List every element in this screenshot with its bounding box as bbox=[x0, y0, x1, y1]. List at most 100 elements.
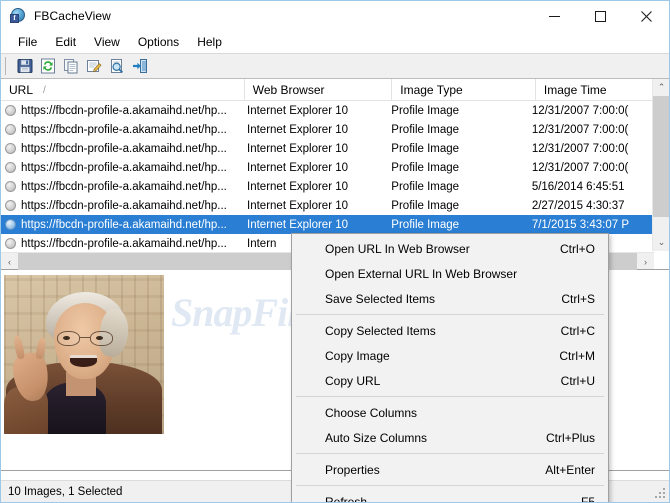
row-bullet-icon bbox=[5, 143, 16, 154]
context-menu-item-refresh[interactable]: Refresh F5 bbox=[292, 489, 608, 503]
menu-options[interactable]: Options bbox=[129, 33, 188, 52]
cell-url: https://fbcdn-profile-a.akamaihd.net/hp.… bbox=[1, 162, 239, 174]
context-menu-item-accel: Ctrl+Plus bbox=[545, 430, 595, 445]
column-header-url[interactable]: URL / bbox=[1, 79, 245, 101]
cell-time: 12/31/2007 7:00:0( bbox=[531, 142, 629, 155]
menu-help[interactable]: Help bbox=[188, 33, 231, 52]
table-row[interactable]: https://fbcdn-profile-a.akamaihd.net/hp.… bbox=[1, 158, 654, 177]
cell-type: Profile Image bbox=[391, 161, 460, 174]
list-header: URL / Web Browser Image Type Image Time bbox=[1, 79, 669, 101]
window-controls bbox=[531, 1, 669, 31]
context-menu-separator bbox=[296, 453, 604, 454]
table-row[interactable]: https://fbcdn-profile-a.akamaihd.net/hp.… bbox=[1, 196, 654, 215]
context-menu-item-copy-url[interactable]: Copy URL Ctrl+U bbox=[292, 368, 608, 393]
menu-file[interactable]: File bbox=[9, 33, 46, 52]
cell-url: https://fbcdn-profile-a.akamaihd.net/hp.… bbox=[1, 200, 239, 212]
column-header-image-time-label: Image Time bbox=[543, 83, 607, 97]
row-bullet-icon bbox=[5, 200, 16, 211]
context-menu-item-accel: Ctrl+M bbox=[559, 348, 595, 363]
context-menu-item-accel: Ctrl+O bbox=[559, 241, 595, 256]
table-row-selected[interactable]: https://fbcdn-profile-a.akamaihd.net/hp.… bbox=[1, 215, 654, 234]
table-row[interactable]: https://fbcdn-profile-a.akamaihd.net/hp.… bbox=[1, 139, 654, 158]
find-icon bbox=[110, 59, 123, 74]
app-globe-icon: f bbox=[10, 8, 26, 24]
cell-time: 12/31/2007 7:00:0( bbox=[531, 104, 629, 117]
context-menu-item-accel: Ctrl+C bbox=[560, 323, 595, 338]
cell-url: https://fbcdn-profile-a.akamaihd.net/hp.… bbox=[1, 124, 239, 136]
cell-url-text: https://fbcdn-profile-a.akamaihd.net/hp.… bbox=[21, 123, 227, 136]
fbcacheview-window: f FBCacheView File Edit View Options Hel… bbox=[0, 0, 670, 503]
toolbar-save-button[interactable] bbox=[13, 55, 36, 77]
context-menu-item-copy-image[interactable]: Copy Image Ctrl+M bbox=[292, 343, 608, 368]
context-menu-item-open-url[interactable]: Open URL In Web Browser Ctrl+O bbox=[292, 236, 608, 261]
cell-type: Profile Image bbox=[391, 142, 460, 155]
context-menu-item-label: Copy Selected Items bbox=[325, 323, 436, 338]
vertical-scroll-thumb[interactable] bbox=[653, 96, 669, 217]
cell-url-text: https://fbcdn-profile-a.akamaihd.net/hp.… bbox=[21, 218, 227, 231]
context-menu-item-open-external-url[interactable]: Open External URL In Web Browser bbox=[292, 261, 608, 286]
column-header-web-browser[interactable]: Web Browser bbox=[245, 79, 393, 101]
cell-url-text: https://fbcdn-profile-a.akamaihd.net/hp.… bbox=[21, 237, 227, 250]
resize-grip-icon[interactable] bbox=[655, 488, 667, 500]
context-menu-item-label: Properties bbox=[325, 462, 380, 477]
context-menu-item-label: Copy URL bbox=[325, 373, 381, 388]
menu-edit[interactable]: Edit bbox=[46, 33, 85, 52]
context-menu-separator bbox=[296, 396, 604, 397]
context-menu-item-label: Open URL In Web Browser bbox=[325, 241, 470, 256]
context-menu-item-choose-columns[interactable]: Choose Columns bbox=[292, 400, 608, 425]
photo-eye-right bbox=[96, 336, 103, 340]
context-menu-item-label: Copy Image bbox=[325, 348, 390, 363]
column-header-image-type[interactable]: Image Type bbox=[392, 79, 536, 101]
scroll-right-button[interactable]: › bbox=[637, 253, 654, 270]
toolbar-refresh-button[interactable] bbox=[36, 55, 59, 77]
cell-type: Profile Image bbox=[391, 104, 460, 117]
context-menu-item-accel: Alt+Enter bbox=[545, 462, 595, 477]
cell-time: 2/27/2015 4:30:37 bbox=[531, 199, 625, 212]
table-row[interactable]: https://fbcdn-profile-a.akamaihd.net/hp.… bbox=[1, 101, 654, 120]
toolbar bbox=[1, 53, 669, 79]
toolbar-copy-button[interactable] bbox=[59, 55, 82, 77]
row-bullet-icon bbox=[5, 162, 16, 173]
table-row[interactable]: https://fbcdn-profile-a.akamaihd.net/hp.… bbox=[1, 177, 654, 196]
window-title: FBCacheView bbox=[34, 9, 111, 23]
row-bullet-icon bbox=[5, 105, 16, 116]
toolbar-find-button[interactable] bbox=[105, 55, 128, 77]
cell-browser: Internet Explorer 10 bbox=[247, 104, 349, 117]
toolbar-exit-button[interactable] bbox=[128, 55, 151, 77]
copy-icon bbox=[63, 59, 77, 74]
scroll-down-button[interactable]: ⌄ bbox=[653, 234, 669, 251]
sort-indicator-icon: / bbox=[43, 84, 46, 96]
close-button[interactable] bbox=[623, 1, 669, 31]
context-menu-item-copy-selected[interactable]: Copy Selected Items Ctrl+C bbox=[292, 318, 608, 343]
column-header-image-time[interactable]: Image Time bbox=[536, 79, 669, 101]
photo-mouth bbox=[70, 355, 97, 367]
cell-type: Profile Image bbox=[391, 180, 460, 193]
context-menu-item-auto-size-columns[interactable]: Auto Size Columns Ctrl+Plus bbox=[292, 425, 608, 450]
context-menu-separator bbox=[296, 314, 604, 315]
row-bullet-icon bbox=[5, 238, 16, 249]
list-rows: https://fbcdn-profile-a.akamaihd.net/hp.… bbox=[1, 101, 654, 251]
vertical-scrollbar[interactable]: ⌃ ⌄ bbox=[652, 79, 669, 251]
column-header-web-browser-label: Web Browser bbox=[252, 83, 325, 97]
properties-icon bbox=[86, 60, 101, 73]
context-menu-item-properties[interactable]: Properties Alt+Enter bbox=[292, 457, 608, 482]
scroll-up-button[interactable]: ⌃ bbox=[653, 79, 669, 96]
table-row[interactable]: https://fbcdn-profile-a.akamaihd.net/hp.… bbox=[1, 120, 654, 139]
minimize-button[interactable] bbox=[531, 1, 577, 31]
context-menu-item-label: Auto Size Columns bbox=[325, 430, 428, 445]
scroll-left-button[interactable]: ‹ bbox=[1, 253, 18, 270]
menu-view[interactable]: View bbox=[85, 33, 129, 52]
maximize-button[interactable] bbox=[577, 1, 623, 31]
cell-url: https://fbcdn-profile-a.akamaihd.net/hp.… bbox=[1, 105, 239, 117]
cell-url-text: https://fbcdn-profile-a.akamaihd.net/hp.… bbox=[21, 104, 227, 117]
context-menu-separator bbox=[296, 485, 604, 486]
save-icon bbox=[17, 59, 32, 73]
context-menu-item-save-selected[interactable]: Save Selected Items Ctrl+S bbox=[292, 286, 608, 311]
cell-browser: Internet Explorer 10 bbox=[247, 180, 349, 193]
context-menu-item-accel: Ctrl+S bbox=[561, 291, 595, 306]
cell-browser: Internet Explorer 10 bbox=[247, 142, 349, 155]
row-bullet-icon bbox=[5, 181, 16, 192]
toolbar-properties-button[interactable] bbox=[82, 55, 105, 77]
cell-url-text: https://fbcdn-profile-a.akamaihd.net/hp.… bbox=[21, 199, 227, 212]
cell-url: https://fbcdn-profile-a.akamaihd.net/hp.… bbox=[1, 181, 239, 193]
